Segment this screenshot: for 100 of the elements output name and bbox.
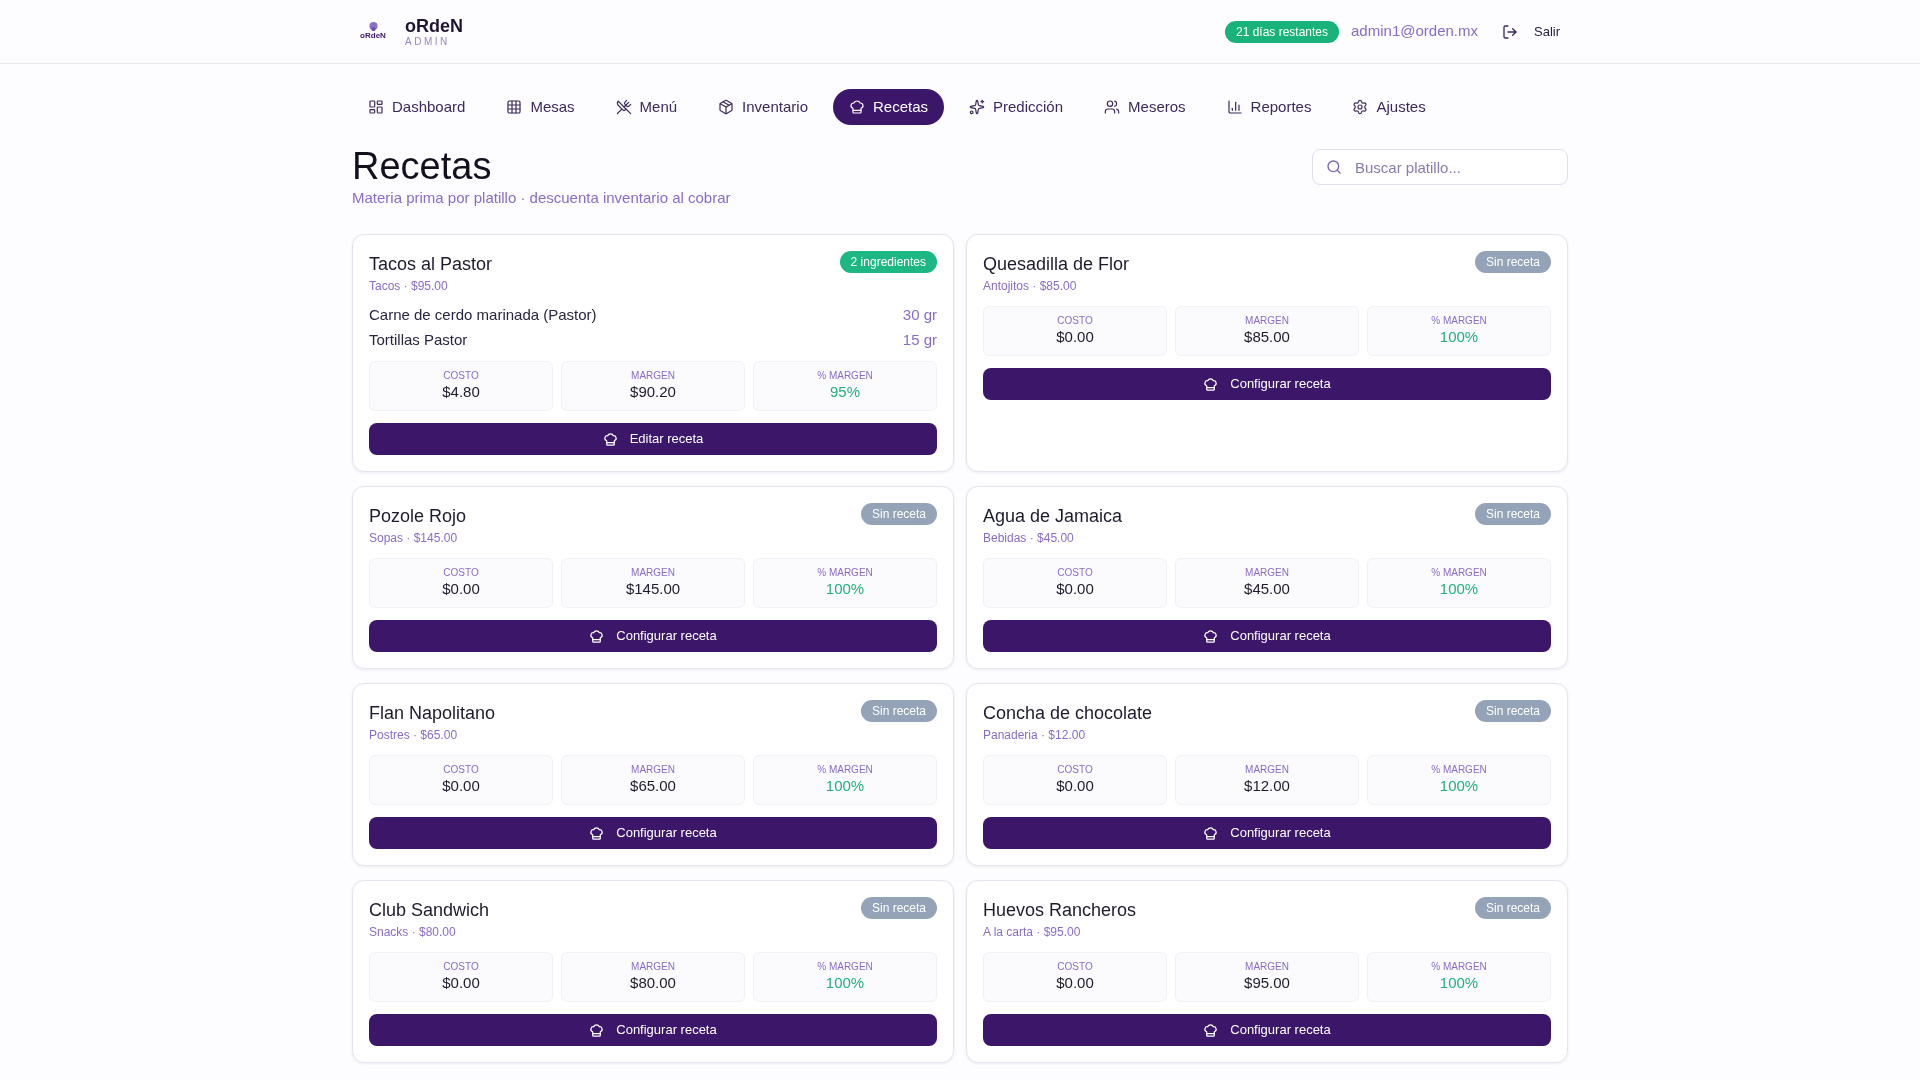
stat-value: $0.00 (1056, 327, 1094, 347)
recipe-status-badge: Sin receta (1474, 503, 1551, 525)
recipe-status-badge: Sin receta (860, 700, 937, 722)
brand-subtitle: ADMIN (405, 35, 451, 48)
nav-tab[interactable]: Menú (599, 89, 694, 125)
stat-value: $145.00 (625, 579, 681, 599)
recipe-category-price: Antojitos · $85.00 (983, 278, 1078, 294)
recipe-action-button[interactable]: Configurar receta (983, 1014, 1551, 1046)
stat-value: $95.00 (1244, 973, 1290, 993)
chef-hat-icon (589, 1022, 605, 1038)
nav-tab[interactable]: Ajustes (1336, 89, 1442, 125)
ingredient-name: Carne de cerdo marinada (Pastor) (369, 305, 597, 326)
box-icon (718, 99, 735, 115)
recipe-name: Concha de chocolate (983, 702, 1153, 725)
stat-value: $12.00 (1244, 776, 1290, 796)
stat-value: 100% (1439, 327, 1479, 347)
bar-chart-icon (1226, 99, 1243, 115)
chef-hat-icon (589, 628, 605, 644)
recipe-name: Flan Napolitano (369, 702, 496, 725)
recipe-category-price: A la carta · $95.00 (983, 924, 1082, 940)
chef-hat-icon (1203, 628, 1219, 644)
stat-label: % MARGEN (817, 370, 873, 382)
nav-tab[interactable]: Reportes (1210, 89, 1328, 125)
search-field[interactable]: Buscar platillo... (1312, 149, 1568, 185)
recipe-action-button[interactable]: Configurar receta (369, 817, 937, 849)
stat-label: % MARGEN (817, 961, 873, 973)
search-icon (1326, 159, 1342, 175)
recipe-category-price: Postres · $65.00 (369, 727, 459, 743)
logo-text: oRdeN (360, 31, 386, 41)
stat-value: $4.80 (442, 382, 480, 402)
stat-label: COSTO (443, 370, 479, 382)
nav-tab[interactable]: Meseros (1088, 89, 1202, 125)
recipe-name: Huevos Rancheros (983, 899, 1137, 922)
chef-hat-icon (589, 825, 605, 841)
stat-label: % MARGEN (1431, 567, 1487, 579)
stat-label: COSTO (1057, 961, 1093, 973)
stat-value: $0.00 (1056, 973, 1094, 993)
logout-button[interactable]: Salir (1494, 15, 1568, 48)
recipe-category-price: Tacos · $95.00 (369, 278, 449, 294)
stat-label: MARGEN (1245, 961, 1289, 973)
recipe-action-button[interactable]: Editar receta (369, 423, 937, 455)
recipe-name: Pozole Rojo (369, 505, 467, 528)
people-icon (1104, 99, 1121, 115)
ingredient-quantity: 30 gr (902, 305, 937, 326)
stat-value: 100% (1439, 973, 1479, 993)
recipe-name: Quesadilla de Flor (983, 253, 1130, 276)
stat-value: $0.00 (1056, 776, 1094, 796)
stat-value: $0.00 (442, 973, 480, 993)
stat-value: 100% (1439, 579, 1479, 599)
recipe-action-button[interactable]: Configurar receta (369, 1014, 937, 1046)
stat-label: COSTO (443, 764, 479, 776)
recipe-category-price: Snacks · $80.00 (369, 924, 457, 940)
trial-badge: 21 días restantes (1224, 20, 1340, 43)
stat-value: $80.00 (630, 973, 676, 993)
stat-value: $0.00 (442, 579, 480, 599)
nav-tab[interactable]: Inventario (702, 89, 824, 125)
ingredient-quantity: 15 gr (902, 330, 937, 351)
ingredient-name: Tortillas Pastor (369, 330, 468, 351)
recipe-status-badge: Sin receta (1474, 251, 1551, 273)
nav-tab[interactable]: Dashboard (352, 89, 482, 125)
stat-value: 100% (1439, 776, 1479, 796)
stat-label: COSTO (1057, 567, 1093, 579)
stat-label: % MARGEN (817, 764, 873, 776)
nav-tab[interactable]: Mesas (490, 89, 591, 125)
recipe-status-badge: Sin receta (860, 897, 937, 919)
crossed-utensils-icon (615, 99, 632, 115)
recipe-status-badge: 2 ingredientes (839, 251, 937, 273)
recipe-category-price: Sopas · $145.00 (369, 530, 459, 546)
recipe-action-button[interactable]: Configurar receta (983, 817, 1551, 849)
stat-label: MARGEN (1245, 764, 1289, 776)
nav-tab[interactable]: Predicción (953, 89, 1080, 125)
logout-icon (1502, 23, 1518, 40)
page-subtitle: Materia prima por platillo · descuenta inventario al cobrar (352, 188, 731, 208)
stat-value: 100% (825, 776, 865, 796)
stat-label: % MARGEN (1431, 764, 1487, 776)
recipe-name: Agua de Jamaica (983, 505, 1123, 528)
chef-hat-icon (1203, 376, 1219, 392)
stat-value: 95% (830, 382, 860, 402)
stat-label: MARGEN (631, 567, 675, 579)
stat-label: COSTO (1057, 315, 1093, 327)
page-title: Recetas (352, 144, 493, 188)
recipe-status-badge: Sin receta (1474, 700, 1551, 722)
recipe-name: Club Sandwich (369, 899, 490, 922)
chef-hat-icon (849, 99, 865, 115)
recipe-action-button[interactable]: Configurar receta (983, 368, 1551, 400)
recipe-action-button[interactable]: Configurar receta (369, 620, 937, 652)
stat-label: MARGEN (631, 764, 675, 776)
stat-label: MARGEN (1245, 315, 1289, 327)
brand-name: oRdeN (405, 15, 463, 36)
chef-hat-icon (602, 431, 618, 447)
stat-label: MARGEN (631, 961, 675, 973)
chef-hat-icon (1203, 1022, 1219, 1038)
chef-hat-icon (1203, 825, 1219, 841)
stat-label: COSTO (443, 567, 479, 579)
recipe-action-button[interactable]: Configurar receta (983, 620, 1551, 652)
nav-tab[interactable]: Recetas (833, 89, 944, 125)
recipe-name: Tacos al Pastor (369, 253, 493, 276)
grid-icon (506, 99, 523, 115)
sparkle-icon (969, 99, 985, 115)
logo-icon (368, 22, 378, 31)
